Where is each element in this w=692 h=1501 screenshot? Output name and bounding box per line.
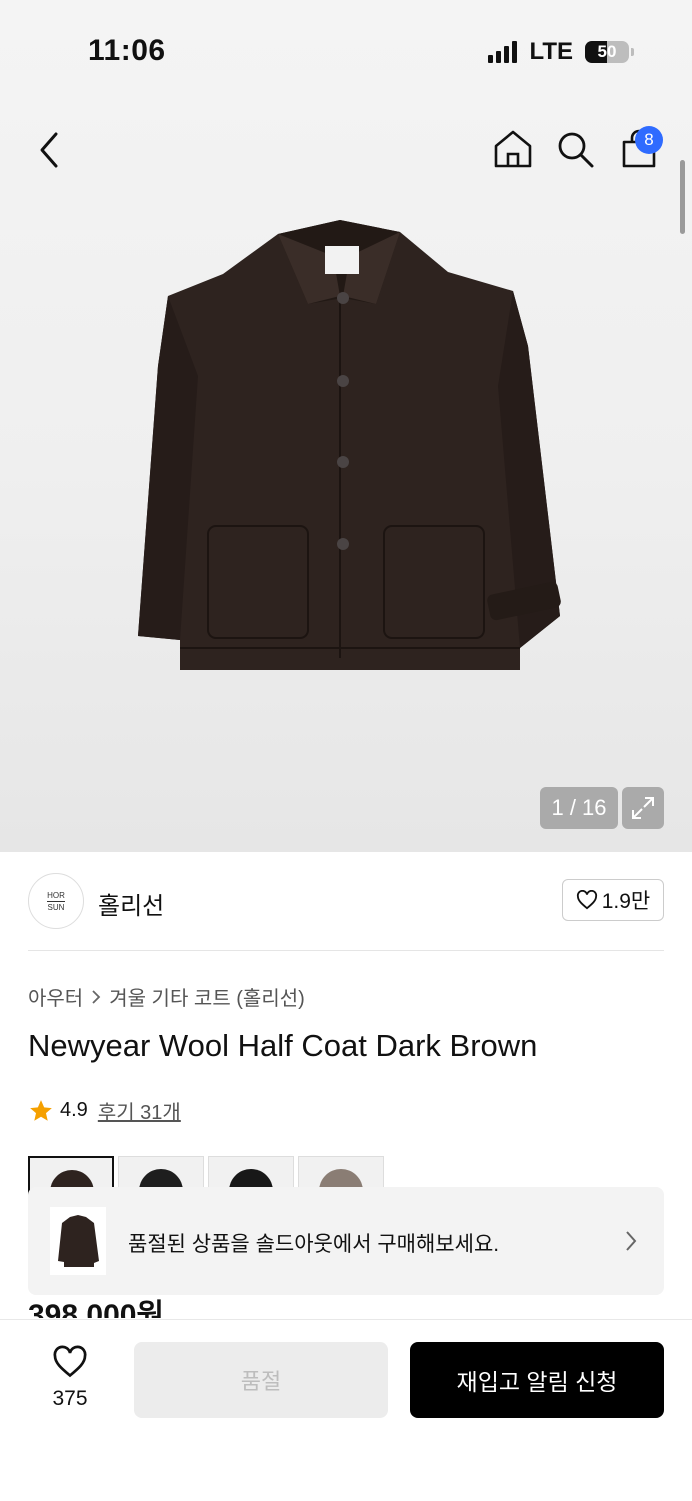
status-indicators: LTE 50: [488, 38, 634, 66]
back-arrow-icon[interactable]: [34, 130, 68, 170]
wishlist-button[interactable]: 375: [40, 1345, 100, 1415]
breadcrumb: 아우터 겨울 기타 코트 (홀리선): [28, 982, 305, 1011]
signal-icon: [488, 41, 518, 63]
product-title: Newyear Wool Half Coat Dark Brown: [28, 1028, 538, 1063]
search-icon[interactable]: [556, 130, 596, 170]
restock-alert-button[interactable]: 재입고 알림 신청: [410, 1342, 664, 1418]
divider: [28, 950, 664, 951]
product-image-gallery[interactable]: 11:06 LTE 50 8 1 / 16: [0, 0, 692, 852]
home-icon[interactable]: [492, 128, 534, 170]
battery-level: 50: [597, 42, 617, 61]
image-counter: 1 / 16: [540, 787, 618, 829]
chevron-right-icon: [92, 989, 101, 1004]
rating-score: 4.9: [60, 1099, 88, 1121]
brand-like-button[interactable]: 1.9만: [562, 879, 664, 921]
expand-image-button[interactable]: [622, 787, 664, 829]
brand-logo-text-top: HOR: [47, 890, 65, 900]
brand-like-count: 1.9만: [601, 890, 651, 913]
brand-logo-text-bottom: SUN: [47, 902, 65, 912]
soldout-button: 품절: [134, 1342, 388, 1418]
soldout-banner[interactable]: 품절된 상품을 솔드아웃에서 구매해보세요.: [28, 1187, 664, 1295]
scrollbar[interactable]: [680, 160, 685, 234]
expand-icon: [632, 797, 654, 819]
brand-name[interactable]: 홀리선: [98, 886, 164, 921]
rating: 4.9 후기 31개: [28, 1096, 181, 1125]
wishlist-count: 375: [52, 1387, 88, 1410]
soldout-banner-thumbnail: [50, 1207, 106, 1275]
status-time: 11:06: [88, 34, 166, 67]
network-type: LTE: [529, 38, 573, 65]
cart-count-badge: 8: [635, 126, 663, 154]
coat-thumbnail-image: [58, 1215, 99, 1267]
heart-icon: [576, 890, 597, 910]
breadcrumb-subcategory[interactable]: 겨울 기타 코트 (홀리선): [109, 982, 305, 1011]
product-price: 398,000원: [28, 1299, 165, 1318]
product-image-coat: [138, 220, 561, 670]
soldout-banner-message: 품절된 상품을 솔드아웃에서 구매해보세요.: [128, 1233, 500, 1256]
breadcrumb-category[interactable]: 아우터: [28, 982, 83, 1011]
brand-logo[interactable]: HOR SUN: [28, 873, 84, 929]
reviews-link[interactable]: 후기 31개: [98, 1096, 181, 1125]
star-icon: [30, 1099, 52, 1121]
heart-icon: [53, 1345, 87, 1378]
battery-icon: 50: [585, 41, 629, 63]
chevron-right-icon: [626, 1231, 637, 1251]
